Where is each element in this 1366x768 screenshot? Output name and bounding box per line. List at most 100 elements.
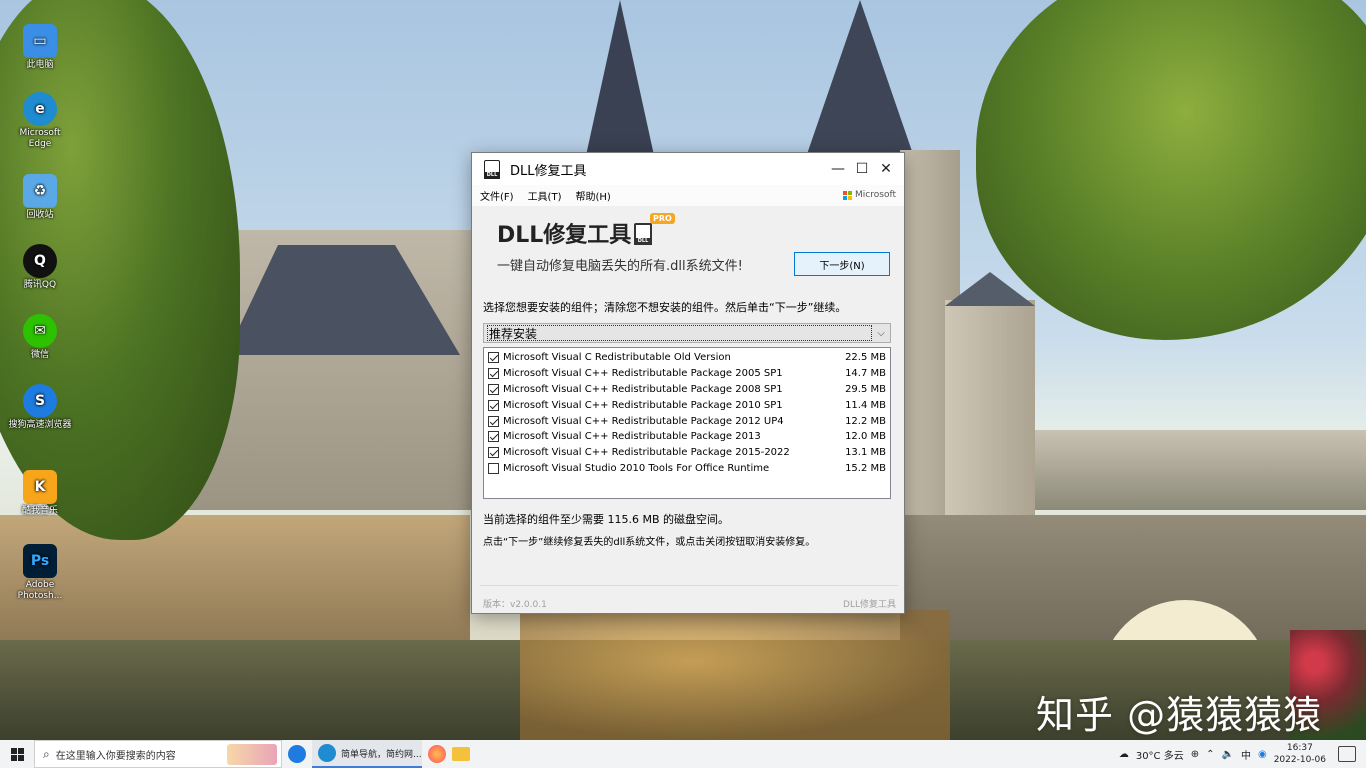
desktop-icon-wechat[interactable]: ✉ 微信	[8, 314, 72, 361]
desktop-icon-label: 搜狗高速浏览器	[8, 420, 72, 430]
edge-icon: e	[23, 92, 57, 126]
desktop-icon-recycle-bin[interactable]: ♻ 回收站	[8, 174, 72, 221]
wechat-icon: ✉	[23, 314, 57, 348]
minimize-button[interactable]: —	[826, 153, 850, 185]
firefox-icon	[428, 745, 446, 763]
search-icon: ⌕	[43, 746, 50, 761]
component-row[interactable]: Microsoft Visual C Redistributable Old V…	[484, 350, 890, 366]
maximize-button[interactable]: ☐	[850, 153, 874, 185]
taskbar: ⌕ 在这里输入你要搜索的内容 简单导航，简约网... ☁ 30°C 多云 ⊕ ⌃…	[0, 740, 1366, 768]
component-name: Microsoft Visual C++ Redistributable Pac…	[503, 431, 761, 443]
taskbar-sogou-browser[interactable]	[288, 740, 306, 768]
taskbar-file-explorer[interactable]	[452, 740, 470, 768]
next-button[interactable]: 下一步(N)	[794, 252, 890, 276]
component-row[interactable]: Microsoft Visual C++ Redistributable Pac…	[484, 445, 890, 461]
microsoft-logo-text: Microsoft	[855, 190, 896, 200]
notification-center-icon[interactable]	[1338, 746, 1356, 762]
wallpaper-reflection	[520, 610, 950, 740]
install-type-value: 推荐安装	[487, 325, 872, 341]
component-row[interactable]: Microsoft Visual C++ Redistributable Pac…	[484, 429, 890, 445]
input-method-indicator[interactable]: 中	[1241, 747, 1251, 762]
dll-app-icon	[484, 159, 500, 179]
component-row[interactable]: Microsoft Visual C++ Redistributable Pac…	[484, 397, 890, 413]
sogou-browser-icon: S	[23, 384, 57, 418]
component-size: 13.1 MB	[845, 447, 886, 459]
window-title: DLL修复工具	[510, 163, 587, 179]
window-titlebar[interactable]: DLL修复工具 — ☐ ✕	[472, 153, 904, 185]
taskbar-edge-window[interactable]: 简单导航，简约网...	[312, 740, 422, 768]
network-icon[interactable]: ⊕	[1191, 749, 1199, 760]
menu-tools[interactable]: 工具(T)	[528, 188, 562, 203]
component-checkbox[interactable]	[488, 447, 499, 459]
component-checkbox[interactable]	[488, 415, 499, 427]
clock[interactable]: 16:37 2022-10-06	[1274, 742, 1326, 766]
component-checkbox[interactable]	[488, 399, 499, 411]
desktop-icon-edge[interactable]: e Microsoft Edge	[8, 92, 72, 150]
desktop-icon-label: 酷我音乐	[21, 506, 58, 516]
component-name: Microsoft Visual C++ Redistributable Pac…	[503, 415, 784, 427]
search-placeholder: 在这里输入你要搜索的内容	[55, 750, 176, 762]
instruction-text: 选择您想要安装的组件；清除您不想安装的组件。然后单击“下一步”继续。	[483, 301, 847, 314]
weather-text[interactable]: 30°C 多云	[1136, 747, 1184, 762]
component-size: 15.2 MB	[845, 462, 886, 474]
taskbar-window-title: 简单导航，简约网...	[341, 749, 422, 760]
desktop-icon-label: 腾讯QQ	[23, 280, 57, 290]
install-type-select[interactable]: 推荐安装 ⌵	[483, 323, 891, 343]
component-checkbox[interactable]	[488, 383, 499, 395]
dll-repair-window: DLL修复工具 — ☐ ✕ 文件(F) 工具(T) 帮助(H) Microsof…	[471, 152, 905, 614]
component-name: Microsoft Visual C++ Redistributable Pac…	[503, 447, 790, 459]
component-row[interactable]: Microsoft Visual C++ Redistributable Pac…	[484, 382, 890, 398]
component-size: 14.7 MB	[845, 368, 886, 380]
component-checkbox[interactable]	[488, 462, 499, 474]
watermark-text: 知乎 @猿猿猿猿	[1036, 693, 1323, 737]
microsoft-logo-icon	[843, 190, 853, 200]
wallpaper-tree	[976, 0, 1366, 340]
desktop-icon-this-pc[interactable]: ▭ 此电脑	[8, 24, 72, 71]
desktop-icon-kuwo-music[interactable]: K 酷我音乐	[8, 470, 72, 517]
menu-help[interactable]: 帮助(H)	[575, 188, 610, 203]
desktop-icon-label: 回收站	[26, 210, 54, 220]
component-name: Microsoft Visual C++ Redistributable Pac…	[503, 368, 783, 380]
qq-penguin-icon: Q	[23, 244, 57, 278]
window-header: DLL修复工具 PRO 一键自动修复电脑丢失的所有.dll系统文件! 下一步(N…	[472, 207, 904, 289]
start-button[interactable]	[0, 740, 34, 768]
component-checkbox[interactable]	[488, 431, 499, 443]
edge-icon	[318, 744, 336, 762]
component-checkbox[interactable]	[488, 368, 499, 380]
sogou-browser-icon	[288, 745, 306, 763]
component-list[interactable]: Microsoft Visual C Redistributable Old V…	[483, 347, 891, 499]
version-text: 版本：v2.0.0.1	[483, 600, 547, 610]
search-highlight-image	[227, 744, 277, 765]
windows-logo-icon	[10, 747, 24, 761]
volume-icon[interactable]: 🔈	[1222, 749, 1234, 760]
weather-icon[interactable]: ☁	[1119, 749, 1129, 760]
clock-date: 2022-10-06	[1273, 755, 1326, 765]
computer-icon: ▭	[23, 24, 57, 58]
desktop-icon-sogou-browser[interactable]: S 搜狗高速浏览器	[8, 384, 72, 431]
component-size: 12.2 MB	[845, 415, 886, 427]
photoshop-icon: Ps	[23, 544, 57, 578]
component-size: 22.5 MB	[845, 352, 886, 364]
taskbar-firefox[interactable]	[428, 740, 446, 768]
component-row[interactable]: Microsoft Visual Studio 2010 Tools For O…	[484, 461, 890, 477]
taskbar-search[interactable]: ⌕ 在这里输入你要搜索的内容	[34, 740, 282, 768]
clock-time: 16:37	[1286, 743, 1313, 753]
component-row[interactable]: Microsoft Visual C++ Redistributable Pac…	[484, 413, 890, 429]
component-row[interactable]: Microsoft Visual C++ Redistributable Pac…	[484, 366, 890, 382]
chevron-up-icon[interactable]: ⌃	[1206, 749, 1214, 760]
desktop-icon-photoshop[interactable]: Ps Adobe Photosh...	[8, 544, 72, 602]
header-title: DLL修复工具	[497, 223, 632, 248]
system-tray: ☁ 30°C 多云 ⊕ ⌃ 🔈 中 ◉ 16:37 2022-10-06	[1119, 740, 1366, 768]
hint-text: 点击“下一步”继续修复丢失的dll系统文件，或点击关闭按钮取消安装修复。	[483, 537, 816, 548]
footer-divider	[480, 585, 898, 586]
close-button[interactable]: ✕	[874, 153, 898, 185]
desktop-icon-qq[interactable]: Q 腾讯QQ	[8, 244, 72, 291]
microsoft-logo: Microsoft	[843, 190, 896, 200]
component-size: 29.5 MB	[845, 383, 886, 395]
component-name: Microsoft Visual Studio 2010 Tools For O…	[503, 462, 770, 474]
component-name: Microsoft Visual C++ Redistributable Pac…	[503, 383, 783, 395]
qq-tray-icon[interactable]: ◉	[1258, 749, 1267, 760]
component-checkbox[interactable]	[488, 352, 499, 364]
wallpaper-tower	[945, 300, 1035, 520]
menu-file[interactable]: 文件(F)	[480, 188, 514, 203]
